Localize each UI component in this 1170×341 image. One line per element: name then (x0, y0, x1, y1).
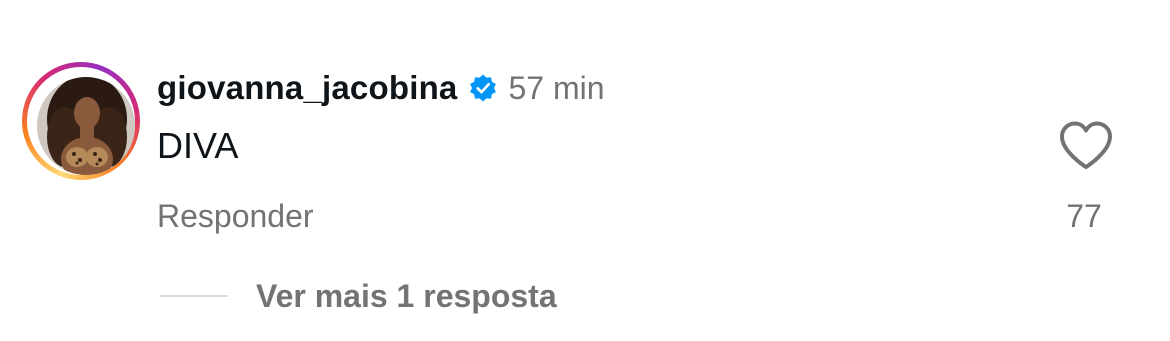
view-replies-button[interactable]: Ver mais 1 resposta (160, 276, 557, 316)
heart-outline-icon (1060, 121, 1112, 169)
view-replies-label: Ver mais 1 resposta (256, 278, 557, 314)
comment-text: DIVA (157, 125, 239, 166)
replies-divider (160, 295, 228, 297)
avatar[interactable] (37, 77, 135, 175)
comment-timestamp: 57 min (508, 69, 605, 106)
verified-badge-icon (468, 73, 498, 103)
like-button[interactable] (1058, 120, 1114, 172)
comment-row: giovanna_jacobina 57 min DIVA Responder … (0, 0, 1170, 341)
reply-button[interactable]: Responder (157, 196, 314, 236)
avatar-photo (37, 77, 135, 175)
like-count[interactable]: 77 (1062, 196, 1106, 236)
avatar-story-ring[interactable] (22, 62, 140, 180)
username[interactable]: giovanna_jacobina (157, 69, 457, 107)
avatar-ring-gap (27, 67, 135, 175)
comment-header: giovanna_jacobina 57 min (157, 66, 605, 110)
